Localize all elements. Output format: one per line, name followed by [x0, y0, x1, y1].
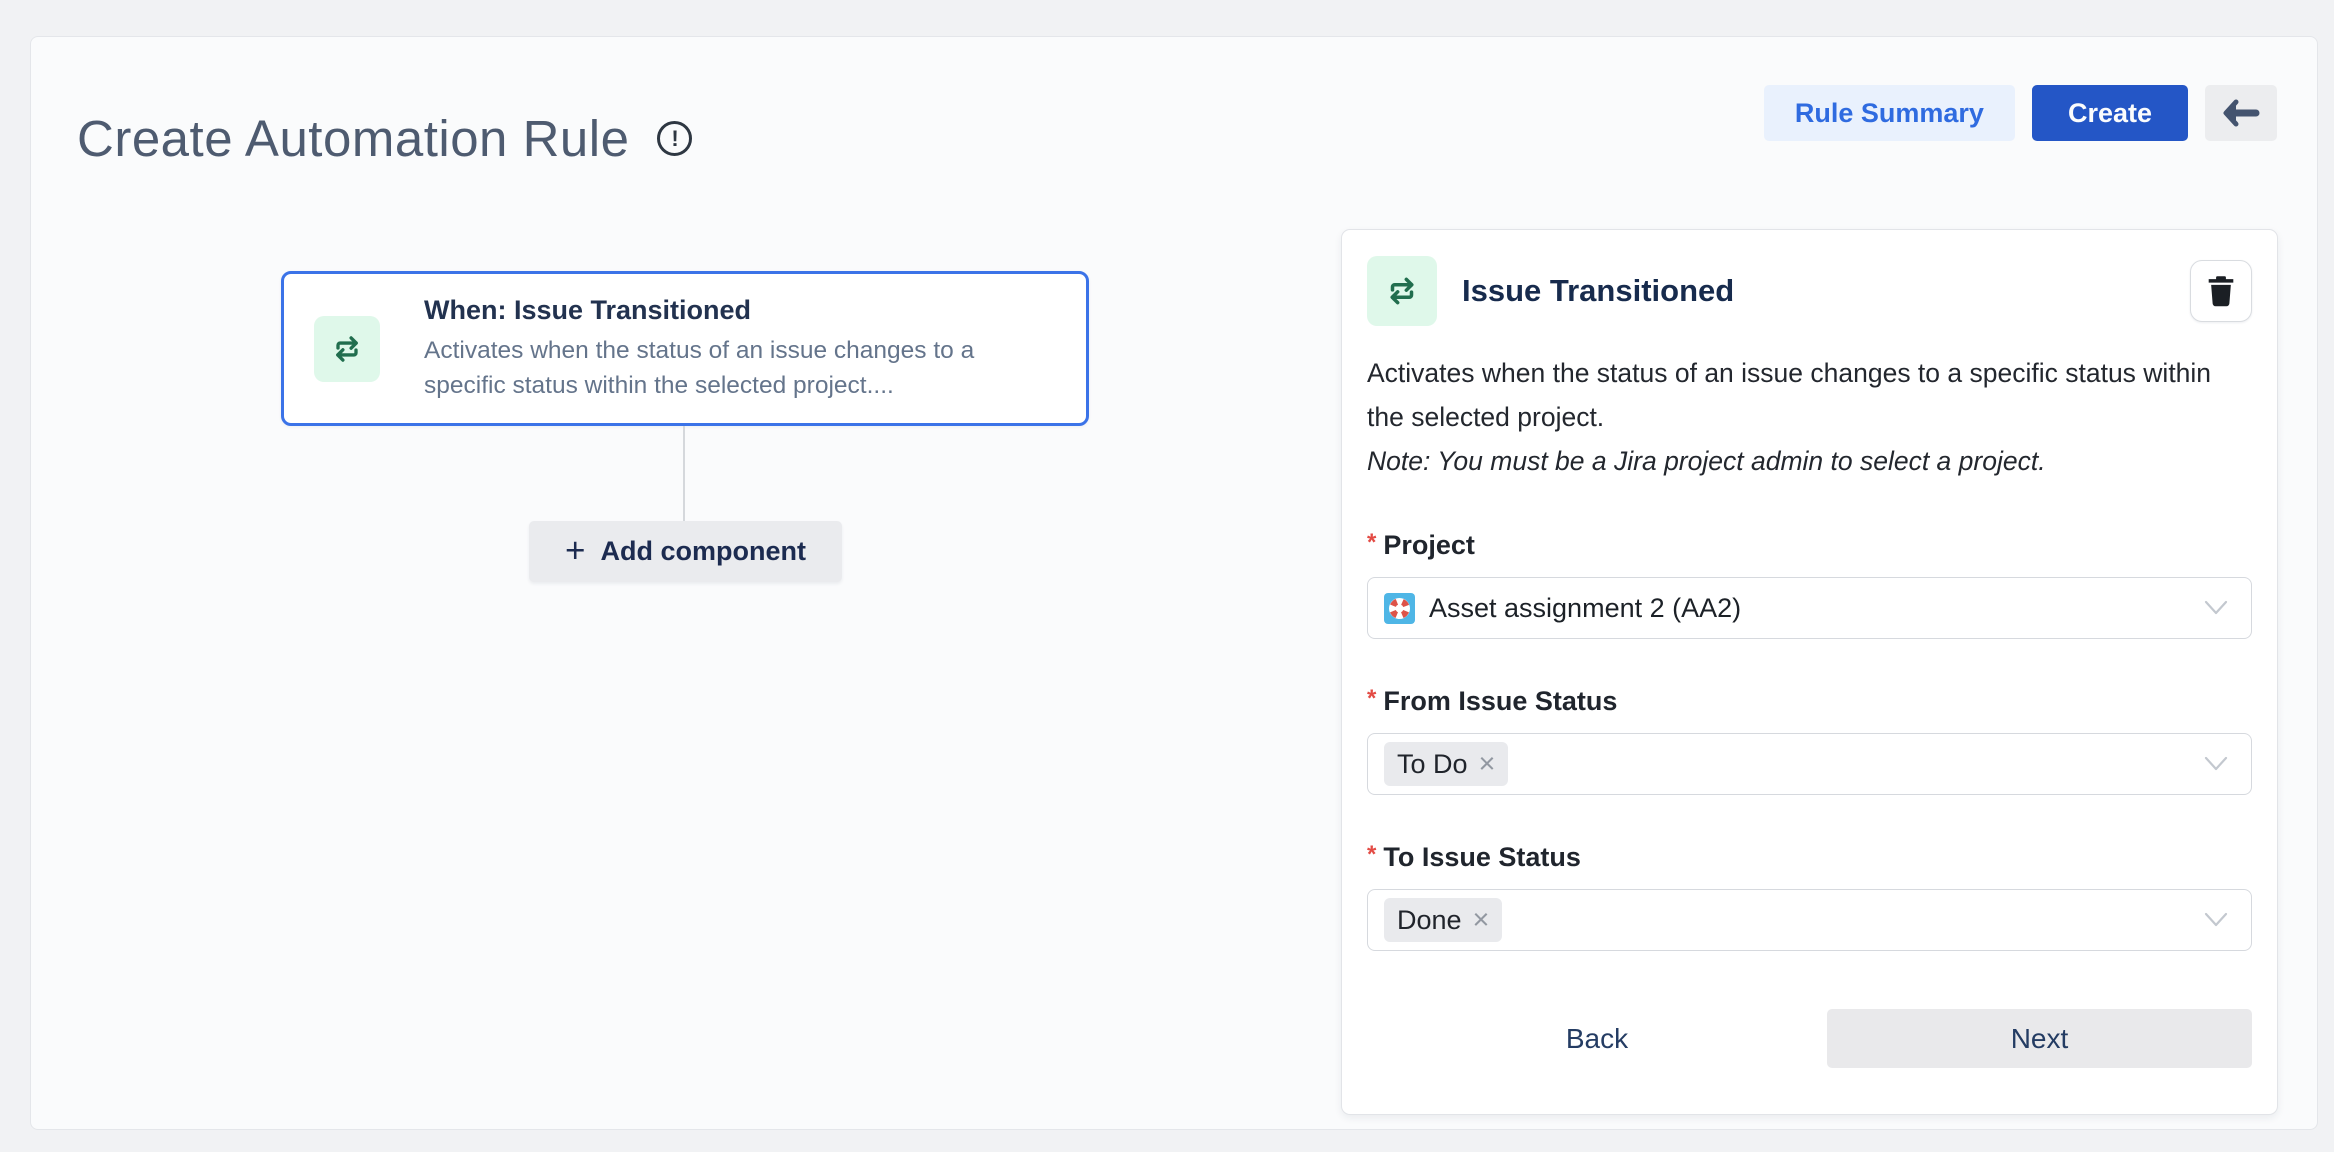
header-actions: Rule Summary Create — [1764, 85, 2277, 141]
page-header: Create Automation Rule ! — [77, 109, 692, 168]
plus-icon: + — [565, 533, 585, 568]
project-label-text: Project — [1383, 530, 1475, 561]
add-component-label: Add component — [600, 536, 805, 567]
from-status-field-label: * From Issue Status — [1367, 686, 2252, 717]
back-arrow-button[interactable] — [2205, 85, 2277, 141]
rule-summary-button[interactable]: Rule Summary — [1764, 85, 2015, 141]
project-avatar-icon — [1384, 593, 1415, 624]
project-select[interactable]: Asset assignment 2 (AA2) — [1367, 577, 2252, 639]
issue-transition-icon — [314, 316, 380, 382]
create-button[interactable]: Create — [2032, 85, 2188, 141]
info-icon[interactable]: ! — [657, 121, 692, 156]
node-connector-line — [683, 426, 685, 522]
page-title: Create Automation Rule — [77, 109, 629, 168]
remove-tag-icon[interactable]: × — [1479, 750, 1496, 779]
chevron-down-icon — [2203, 600, 2229, 616]
required-asterisk: * — [1367, 529, 1376, 557]
panel-title: Issue Transitioned — [1462, 273, 1734, 309]
project-value-text: Asset assignment 2 (AA2) — [1429, 593, 1741, 624]
trigger-node-title: When: Issue Transitioned — [424, 295, 1054, 326]
trigger-node-text: When: Issue Transitioned Activates when … — [424, 295, 1054, 403]
panel-header: Issue Transitioned — [1367, 256, 2252, 326]
panel-note: Note: You must be a Jira project admin t… — [1367, 439, 2252, 483]
panel-actions: Back Next — [1367, 1009, 2252, 1068]
from-status-label-text: From Issue Status — [1383, 686, 1617, 717]
to-status-tag: Done × — [1384, 898, 1502, 942]
to-status-select[interactable]: Done × — [1367, 889, 2252, 951]
from-status-tag-text: To Do — [1397, 749, 1468, 780]
config-panel: Issue Transitioned Activates when the st… — [1341, 229, 2278, 1115]
to-status-tag-text: Done — [1397, 905, 1462, 936]
project-field-label: * Project — [1367, 530, 2252, 561]
main-container: Create Automation Rule ! Rule Summary Cr… — [30, 36, 2318, 1130]
back-button[interactable]: Back — [1367, 1023, 1827, 1055]
panel-description: Activates when the status of an issue ch… — [1367, 351, 2252, 439]
to-status-field-label: * To Issue Status — [1367, 842, 2252, 873]
trigger-node[interactable]: When: Issue Transitioned Activates when … — [281, 271, 1089, 426]
arrow-left-icon — [2222, 98, 2260, 128]
next-button[interactable]: Next — [1827, 1009, 2252, 1068]
required-asterisk: * — [1367, 685, 1376, 713]
from-status-select[interactable]: To Do × — [1367, 733, 2252, 795]
chevron-down-icon — [2203, 756, 2229, 772]
trash-icon — [2206, 275, 2236, 307]
delete-component-button[interactable] — [2190, 260, 2252, 322]
project-selected-value: Asset assignment 2 (AA2) — [1384, 593, 1741, 624]
from-status-tag: To Do × — [1384, 742, 1508, 786]
trigger-node-description: Activates when the status of an issue ch… — [424, 333, 1054, 403]
to-status-label-text: To Issue Status — [1383, 842, 1581, 873]
issue-transition-icon — [1367, 256, 1437, 326]
chevron-down-icon — [2203, 912, 2229, 928]
add-component-button[interactable]: + Add component — [529, 521, 842, 582]
required-asterisk: * — [1367, 841, 1376, 869]
remove-tag-icon[interactable]: × — [1473, 906, 1490, 935]
